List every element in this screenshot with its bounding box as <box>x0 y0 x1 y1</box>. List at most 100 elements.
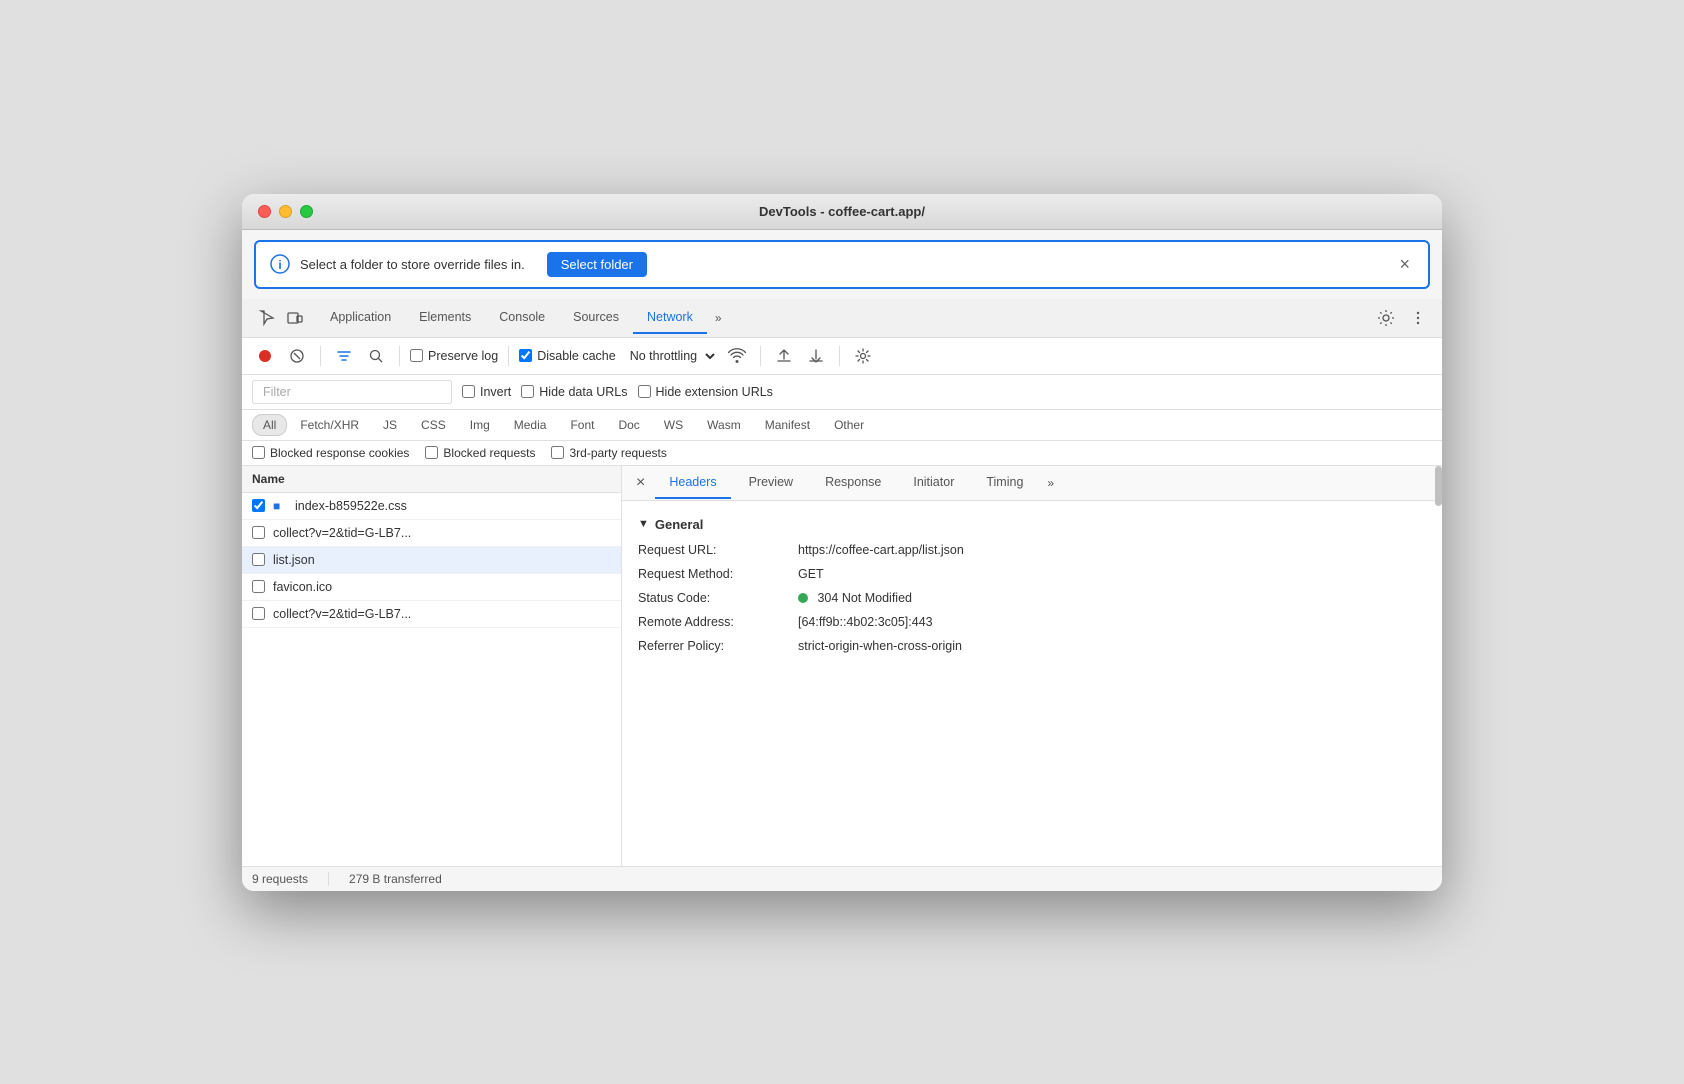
resource-tab-media[interactable]: Media <box>503 414 558 436</box>
detail-scrollbar[interactable] <box>1435 466 1442 506</box>
hide-extension-urls-label[interactable]: Hide extension URLs <box>638 385 773 399</box>
detail-tab-initiator[interactable]: Initiator <box>899 467 968 499</box>
tab-elements[interactable]: Elements <box>405 302 485 334</box>
devtools-more-icon[interactable] <box>1406 306 1430 330</box>
invert-label[interactable]: Invert <box>462 385 511 399</box>
tab-application[interactable]: Application <box>316 302 405 334</box>
hide-data-urls-label[interactable]: Hide data URLs <box>521 385 627 399</box>
file-item-css[interactable]: ■ index-b859522e.css <box>242 493 621 520</box>
resource-tab-manifest[interactable]: Manifest <box>754 414 821 436</box>
network-toolbar: Preserve log Disable cache No throttling <box>242 338 1442 375</box>
resource-tab-other[interactable]: Other <box>823 414 875 436</box>
detail-panel: × Headers Preview Response Initiator Tim… <box>622 466 1442 668</box>
info-icon: i <box>270 254 290 274</box>
close-button[interactable] <box>258 205 271 218</box>
tab-console[interactable]: Console <box>485 302 559 334</box>
file-item-collect2[interactable]: collect?v=2&tid=G-LB7... <box>242 601 621 628</box>
maximize-button[interactable] <box>300 205 313 218</box>
search-button[interactable] <box>363 343 389 369</box>
status-dot-green <box>798 593 808 603</box>
general-section-header[interactable]: ▼ General <box>638 511 1426 538</box>
header-label-status: Status Code: <box>638 586 798 610</box>
header-row-url: Request URL: https://coffee-cart.app/lis… <box>638 538 1426 562</box>
hide-extension-urls-checkbox[interactable] <box>638 385 651 398</box>
select-folder-button[interactable]: Select folder <box>547 252 647 277</box>
notification-close-button[interactable]: × <box>1395 254 1414 275</box>
tab-network[interactable]: Network <box>633 302 707 334</box>
header-row-method: Request Method: GET <box>638 562 1426 586</box>
blocked-requests-checkbox[interactable] <box>425 446 438 459</box>
invert-checkbox[interactable] <box>462 385 475 398</box>
disable-cache-label[interactable]: Disable cache <box>519 349 616 363</box>
network-settings-button[interactable] <box>850 343 876 369</box>
record-button[interactable] <box>252 343 278 369</box>
minimize-button[interactable] <box>279 205 292 218</box>
resource-tab-css[interactable]: CSS <box>410 414 457 436</box>
titlebar: DevTools - coffee-cart.app/ <box>242 194 1442 230</box>
resource-tab-ws[interactable]: WS <box>653 414 694 436</box>
resource-tab-js[interactable]: JS <box>372 414 408 436</box>
file-name-collect2: collect?v=2&tid=G-LB7... <box>273 607 611 621</box>
file-checkbox-json[interactable] <box>252 553 265 566</box>
wifi-icon[interactable] <box>724 343 750 369</box>
header-label-url: Request URL: <box>638 538 798 562</box>
detail-tab-timing[interactable]: Timing <box>972 467 1037 499</box>
headers-content: ▼ General Request URL: https://coffee-ca… <box>622 501 1442 668</box>
detail-tab-response[interactable]: Response <box>811 467 895 499</box>
detail-tab-more[interactable]: » <box>1041 468 1060 498</box>
file-list-header: Name <box>242 466 621 493</box>
blocked-cookies-checkbox[interactable] <box>252 446 265 459</box>
third-party-label[interactable]: 3rd-party requests <box>551 446 666 460</box>
detail-tab-headers[interactable]: Headers <box>655 467 730 499</box>
upload-har-button[interactable] <box>771 343 797 369</box>
filter-row: Invert Hide data URLs Hide extension URL… <box>242 375 1442 410</box>
file-item-favicon[interactable]: favicon.ico <box>242 574 621 601</box>
resource-tab-img[interactable]: Img <box>459 414 501 436</box>
resource-tab-fetch[interactable]: Fetch/XHR <box>289 414 370 436</box>
traffic-lights <box>258 205 313 218</box>
blocked-cookies-label[interactable]: Blocked response cookies <box>252 446 409 460</box>
header-value-referrer: strict-origin-when-cross-origin <box>798 634 1426 658</box>
header-value-status: 304 Not Modified <box>798 586 1426 610</box>
preserve-log-checkbox[interactable] <box>410 349 423 362</box>
toolbar-sep-5 <box>839 346 840 366</box>
tab-more-button[interactable]: » <box>707 303 730 333</box>
third-party-checkbox[interactable] <box>551 446 564 459</box>
header-row-referrer: Referrer Policy: strict-origin-when-cros… <box>638 634 1426 658</box>
devtools-settings-icon[interactable] <box>1374 306 1398 330</box>
detail-tab-preview[interactable]: Preview <box>735 467 807 499</box>
file-name-favicon: favicon.ico <box>273 580 611 594</box>
file-checkbox-favicon[interactable] <box>252 580 265 593</box>
file-name-json: list.json <box>273 553 611 567</box>
clear-button[interactable] <box>284 343 310 369</box>
download-har-button[interactable] <box>803 343 829 369</box>
tab-sources[interactable]: Sources <box>559 302 633 334</box>
hide-data-urls-checkbox[interactable] <box>521 385 534 398</box>
file-checkbox-collect2[interactable] <box>252 607 265 620</box>
header-label-referrer: Referrer Policy: <box>638 634 798 658</box>
file-item-json[interactable]: list.json <box>242 547 621 574</box>
devtools-window: DevTools - coffee-cart.app/ i Select a f… <box>242 194 1442 891</box>
resource-tab-font[interactable]: Font <box>559 414 605 436</box>
notification-bar: i Select a folder to store override file… <box>254 240 1430 289</box>
cursor-icon[interactable] <box>256 307 278 329</box>
css-file-icon: ■ <box>273 499 287 513</box>
disable-cache-checkbox[interactable] <box>519 349 532 362</box>
blocked-cookies-text: Blocked response cookies <box>270 446 409 460</box>
toolbar-sep-4 <box>760 346 761 366</box>
preserve-log-label[interactable]: Preserve log <box>410 349 498 363</box>
throttling-select[interactable]: No throttling <box>622 346 718 366</box>
resource-tab-all[interactable]: All <box>252 414 287 436</box>
resource-tab-wasm[interactable]: Wasm <box>696 414 752 436</box>
file-checkbox-css[interactable] <box>252 499 265 512</box>
filter-button[interactable] <box>331 343 357 369</box>
filter-input[interactable] <box>252 380 452 404</box>
file-checkbox-collect1[interactable] <box>252 526 265 539</box>
blocked-requests-label[interactable]: Blocked requests <box>425 446 535 460</box>
device-icon[interactable] <box>284 307 306 329</box>
resource-tab-doc[interactable]: Doc <box>607 414 650 436</box>
transferred-size: 279 B transferred <box>349 872 442 886</box>
header-label-remote: Remote Address: <box>638 610 798 634</box>
detail-close-button[interactable]: × <box>630 466 651 500</box>
file-item-collect1[interactable]: collect?v=2&tid=G-LB7... <box>242 520 621 547</box>
